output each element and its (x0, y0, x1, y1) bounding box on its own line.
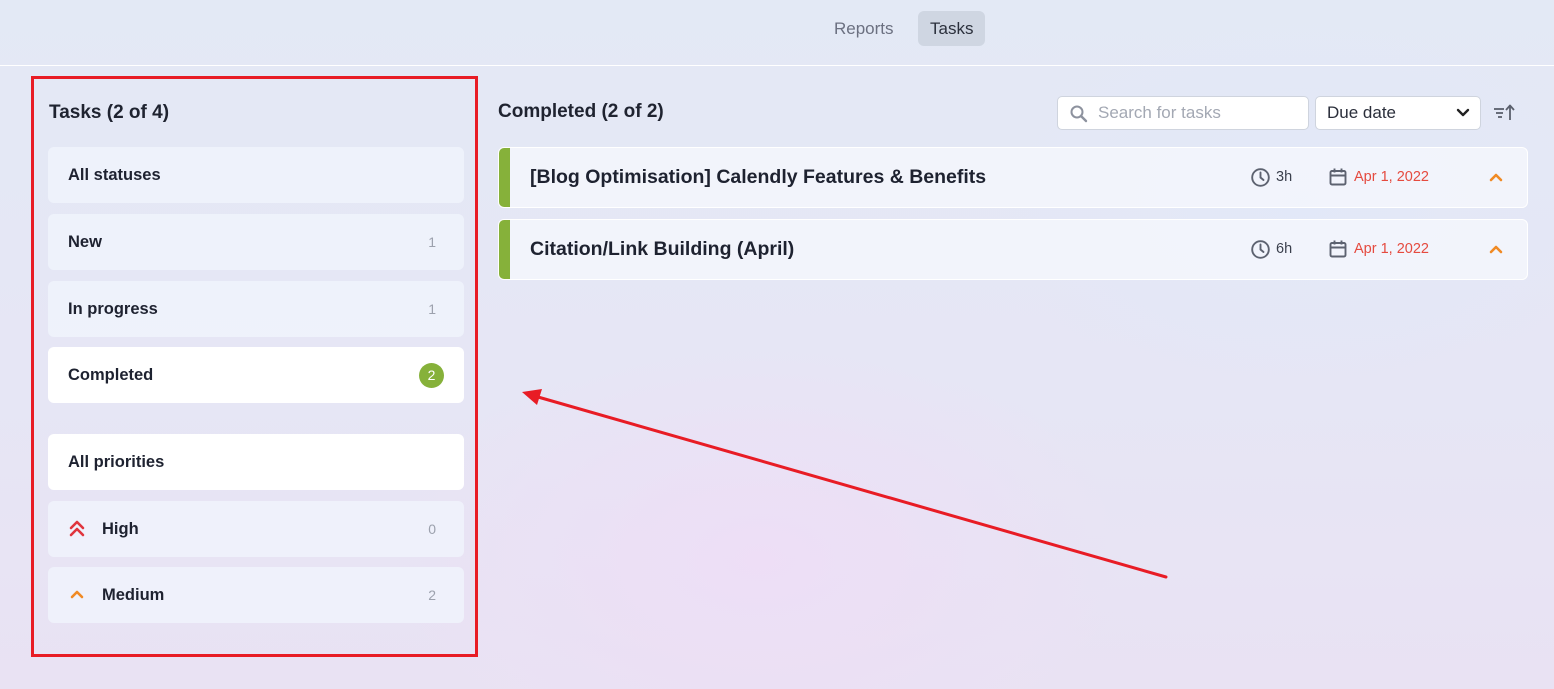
filter-status-in-progress[interactable]: In progress 1 (48, 281, 464, 337)
status-stripe (499, 148, 510, 207)
tab-reports[interactable]: Reports (822, 11, 906, 46)
filter-count: 1 (428, 234, 436, 250)
chevron-up-icon[interactable] (1488, 243, 1504, 255)
task-card[interactable]: [Blog Optimisation] Calendly Features & … (498, 147, 1528, 208)
filter-panel: Tasks (2 of 4) All statuses New 1 In pro… (32, 76, 478, 657)
filter-priority-medium[interactable]: Medium 2 (48, 567, 464, 623)
task-due-date: Apr 1, 2022 (1354, 169, 1429, 185)
filter-label: New (68, 233, 102, 251)
filter-count: 1 (428, 301, 436, 317)
search-icon (1070, 105, 1088, 123)
chevron-up-icon[interactable] (1488, 171, 1504, 183)
filter-label: Medium (102, 586, 165, 604)
filter-label: All priorities (68, 453, 165, 471)
top-navigation: Reports Tasks (0, 0, 1554, 66)
task-duration: 3h (1276, 169, 1293, 185)
filter-all-priorities[interactable]: All priorities (48, 434, 464, 490)
filter-status-completed[interactable]: Completed 2 (48, 347, 464, 403)
status-stripe (499, 220, 510, 279)
task-duration: 6h (1276, 241, 1293, 257)
sort-select-value: Due date (1327, 103, 1396, 122)
clock-icon (1251, 168, 1270, 187)
tab-tasks[interactable]: Tasks (918, 11, 986, 46)
filter-status-new[interactable]: New 1 (48, 214, 464, 270)
filter-label: All statuses (68, 166, 161, 184)
task-title: Citation/Link Building (April) (530, 238, 795, 260)
search-input[interactable] (1098, 97, 1298, 129)
sort-order-icon[interactable] (1492, 102, 1518, 124)
filter-label: High (102, 520, 139, 538)
filter-label: Completed (68, 366, 154, 384)
filter-panel-title: Tasks (2 of 4) (49, 102, 170, 123)
calendar-icon (1329, 240, 1347, 258)
task-due-date: Apr 1, 2022 (1354, 241, 1429, 257)
task-title: [Blog Optimisation] Calendly Features & … (530, 166, 987, 188)
filter-count: 0 (428, 521, 436, 537)
double-chevron-up-icon (69, 520, 85, 537)
search-box[interactable] (1057, 96, 1309, 130)
task-list-title: Completed (2 of 2) (498, 101, 664, 122)
sort-select[interactable]: Due date (1315, 96, 1481, 130)
filter-all-statuses[interactable]: All statuses (48, 147, 464, 203)
chevron-down-icon (1456, 108, 1470, 117)
task-card[interactable]: Citation/Link Building (April) 6h Apr 1,… (498, 219, 1528, 280)
filter-label: In progress (68, 300, 158, 318)
chevron-up-icon (70, 590, 84, 599)
clock-icon (1251, 240, 1270, 259)
count-badge: 2 (419, 363, 444, 388)
filter-count: 2 (428, 587, 436, 603)
calendar-icon (1329, 168, 1347, 186)
filter-priority-high[interactable]: High 0 (48, 501, 464, 557)
